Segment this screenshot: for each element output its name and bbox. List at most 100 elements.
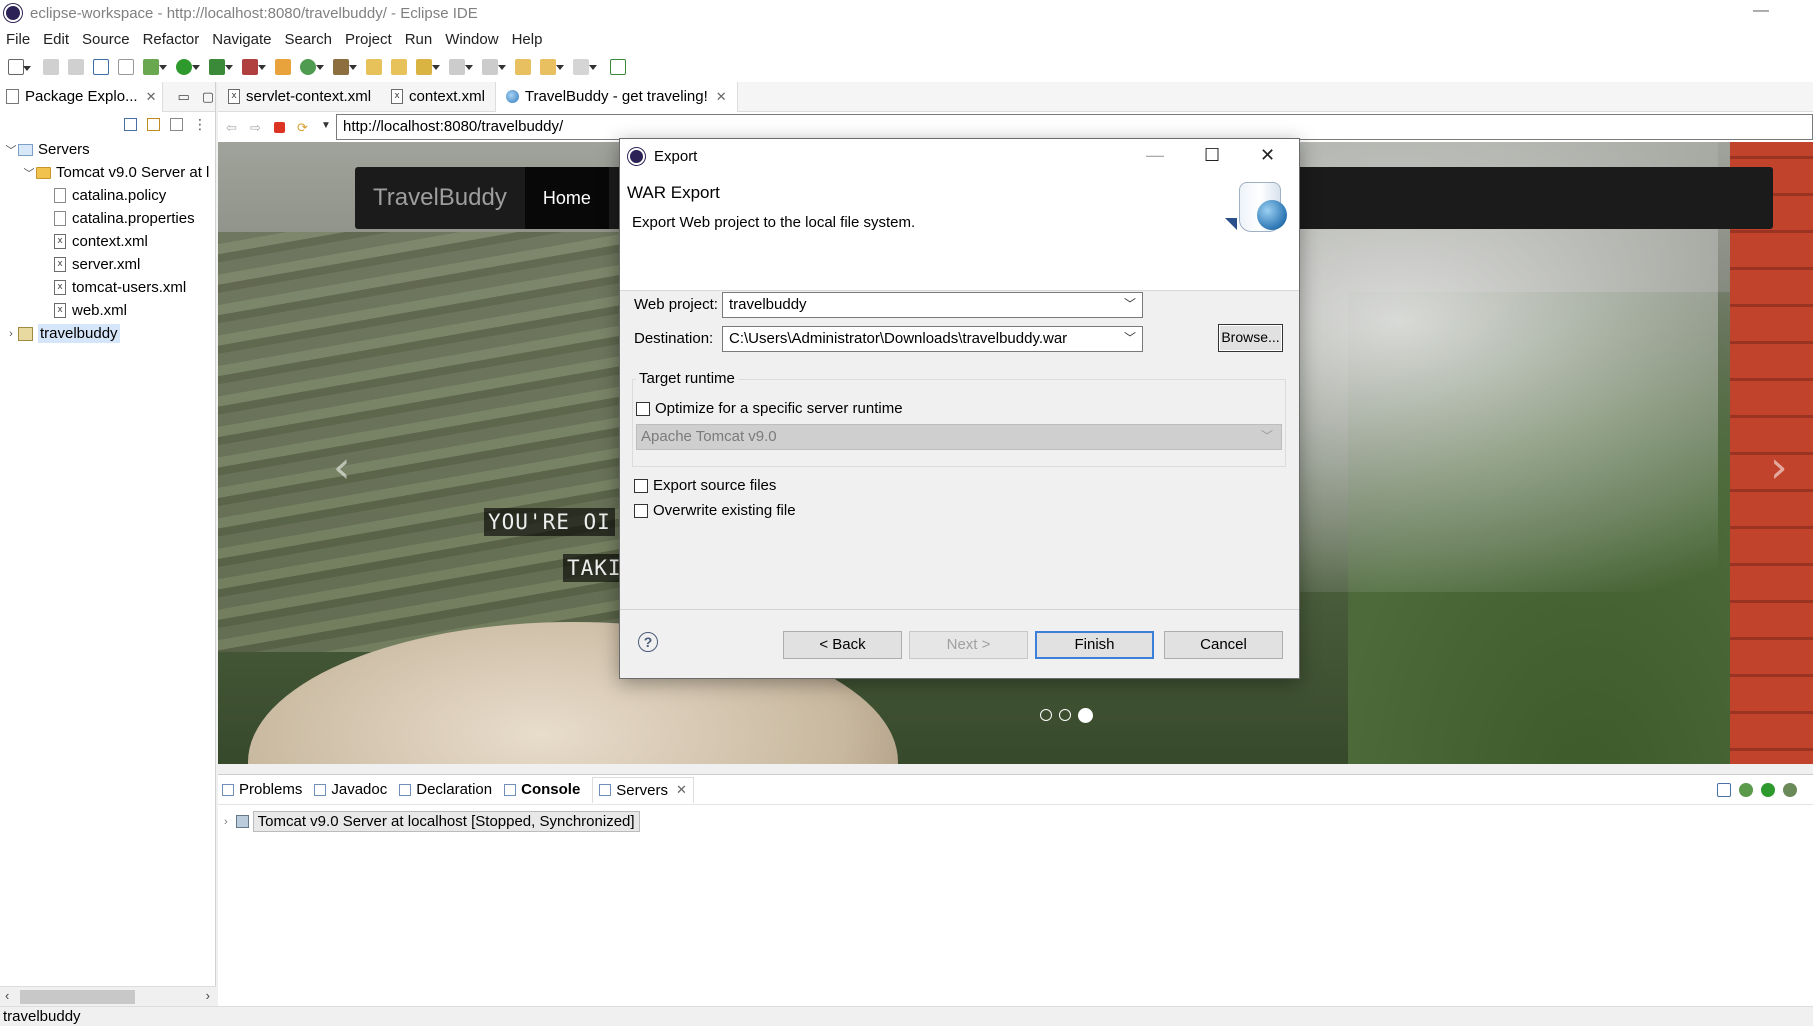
close-icon[interactable]: ✕ <box>146 89 157 105</box>
filters-icon[interactable] <box>170 117 183 131</box>
carousel-dot-1[interactable] <box>1040 709 1052 721</box>
carousel-dot-2[interactable] <box>1059 709 1071 721</box>
collapse-all-icon[interactable] <box>124 117 137 131</box>
run-icon[interactable] <box>176 59 200 75</box>
close-icon[interactable]: ✕ <box>716 89 727 105</box>
browse-button[interactable]: Browse... <box>1218 324 1283 352</box>
browser-stop-icon[interactable] <box>274 121 285 133</box>
run-server-icon[interactable] <box>209 59 233 75</box>
menu-help[interactable]: Help <box>512 31 543 48</box>
back-button[interactable]: < Back <box>783 631 902 659</box>
browser-back-icon[interactable]: ⇦ <box>226 120 242 135</box>
search-icon[interactable] <box>416 59 440 75</box>
menu-refactor[interactable]: Refactor <box>143 31 200 48</box>
horizontal-scrollbar[interactable]: ‹ › <box>0 986 216 1006</box>
terminal-icon[interactable] <box>93 59 109 75</box>
close-icon[interactable]: ✕ <box>676 782 687 798</box>
minimize-button[interactable]: — <box>1753 2 1769 20</box>
carousel-dot-3[interactable] <box>1078 708 1093 723</box>
carousel-prev-icon[interactable]: ‹ <box>333 442 351 493</box>
menu-source[interactable]: Source <box>82 31 130 48</box>
skip-breakpoints-icon[interactable] <box>118 59 134 75</box>
finish-button[interactable]: Finish <box>1035 631 1154 659</box>
nav-home-link[interactable]: Home <box>524 167 609 229</box>
web-project-combo[interactable]: travelbuddy ﹀ <box>722 292 1143 318</box>
menu-project[interactable]: Project <box>345 31 392 48</box>
dialog-close-icon[interactable]: ✕ <box>1260 145 1275 166</box>
menu-run[interactable]: Run <box>405 31 433 48</box>
view-menu-icon[interactable]: ⋮ <box>193 116 207 133</box>
tree-item[interactable]: catalina.policy <box>0 184 215 207</box>
tab-declaration[interactable]: Declaration <box>399 781 492 798</box>
tree-item[interactable]: x web.xml <box>0 299 215 322</box>
expand-chevron-icon[interactable]: ﹀ <box>4 142 18 158</box>
tree-item[interactable]: catalina.properties <box>0 207 215 230</box>
expand-chevron-icon[interactable]: › <box>224 816 228 828</box>
expand-chevron-icon[interactable]: ﹀ <box>22 165 36 181</box>
forward-icon[interactable] <box>573 59 597 75</box>
open-perspective-icon[interactable] <box>610 59 626 75</box>
tree-item[interactable]: › travelbuddy <box>0 322 215 345</box>
link-with-editor-icon[interactable] <box>147 117 160 131</box>
carousel-next-icon[interactable]: › <box>1770 442 1788 493</box>
tree-item[interactable]: x server.xml <box>0 253 215 276</box>
start-server-icon[interactable] <box>1761 783 1775 797</box>
browser-forward-icon[interactable]: ⇨ <box>250 120 266 135</box>
tab-javadoc[interactable]: Javadoc <box>314 781 387 798</box>
profile-server-icon[interactable] <box>1783 783 1797 797</box>
dialog-minimize-icon[interactable]: — <box>1146 145 1164 166</box>
maximize-view-icon[interactable]: ▢ <box>202 89 214 105</box>
overwrite-checkbox[interactable] <box>634 503 648 518</box>
menu-window[interactable]: Window <box>445 31 498 48</box>
menu-search[interactable]: Search <box>284 31 332 48</box>
scroll-right-icon[interactable]: › <box>206 988 210 1003</box>
new-icon[interactable] <box>8 59 31 75</box>
editor-tab[interactable]: x servlet-context.xml <box>218 82 381 112</box>
export-source-checkbox[interactable] <box>634 478 648 493</box>
url-field[interactable]: http://localhost:8080/travelbuddy/ <box>336 114 1813 140</box>
debug-server-icon[interactable] <box>1739 783 1753 797</box>
back-icon[interactable] <box>540 59 564 75</box>
tree-item[interactable]: ﹀ Servers <box>0 138 215 161</box>
scrollbar-thumb[interactable] <box>20 990 135 1004</box>
last-edit-icon[interactable] <box>515 59 531 75</box>
tree-item[interactable]: x context.xml <box>0 230 215 253</box>
cancel-button[interactable]: Cancel <box>1164 631 1283 659</box>
overwrite-row[interactable]: Overwrite existing file <box>634 502 796 519</box>
tree-item[interactable]: x tomcat-users.xml <box>0 276 215 299</box>
export-source-row[interactable]: Export source files <box>634 477 776 494</box>
editor-tab[interactable]: x context.xml <box>381 82 495 112</box>
package-explorer-tab[interactable]: Package Explo... ✕ <box>0 81 164 112</box>
menu-navigate[interactable]: Navigate <box>212 31 271 48</box>
tab-servers[interactable]: Servers ✕ <box>592 776 694 803</box>
server-entry-label[interactable]: Tomcat v9.0 Server at localhost [Stopped… <box>252 811 640 832</box>
tab-problems[interactable]: Problems <box>222 781 302 798</box>
scroll-left-icon[interactable]: ‹ <box>5 988 9 1003</box>
minimize-view-icon[interactable]: ▭ <box>177 89 189 105</box>
open-type-icon[interactable] <box>333 59 357 75</box>
menu-file[interactable]: File <box>6 31 30 48</box>
save-all-icon[interactable] <box>68 59 84 75</box>
collapse-icon[interactable] <box>1717 783 1731 797</box>
optimize-row[interactable]: Optimize for a specific server runtime <box>636 400 903 417</box>
server-entry-row[interactable]: › Tomcat v9.0 Server at localhost [Stopp… <box>218 811 1813 832</box>
destination-combo[interactable]: C:\Users\Administrator\Downloads\travelb… <box>722 326 1143 352</box>
open-task-icon[interactable] <box>391 59 407 75</box>
help-icon[interactable]: ? <box>638 632 658 652</box>
expand-chevron-icon[interactable]: › <box>4 328 18 340</box>
site-brand[interactable]: TravelBuddy <box>355 184 525 212</box>
prev-annotation-icon[interactable] <box>482 59 506 75</box>
tree-item[interactable]: ﹀ Tomcat v9.0 Server at l <box>0 161 215 184</box>
open-folder-icon[interactable] <box>366 59 382 75</box>
new-package-icon[interactable] <box>275 59 291 75</box>
next-annotation-icon[interactable] <box>449 59 473 75</box>
optimize-checkbox[interactable] <box>636 401 650 416</box>
external-tools-icon[interactable] <box>242 59 266 75</box>
tab-console[interactable]: Console <box>504 781 580 798</box>
dialog-maximize-icon[interactable]: ☐ <box>1204 145 1220 166</box>
menu-edit[interactable]: Edit <box>43 31 69 48</box>
save-icon[interactable] <box>43 59 59 75</box>
new-class-icon[interactable] <box>300 59 324 75</box>
browser-menu-chevron-icon[interactable]: ▼ <box>321 120 337 134</box>
debug-icon[interactable] <box>143 59 167 75</box>
